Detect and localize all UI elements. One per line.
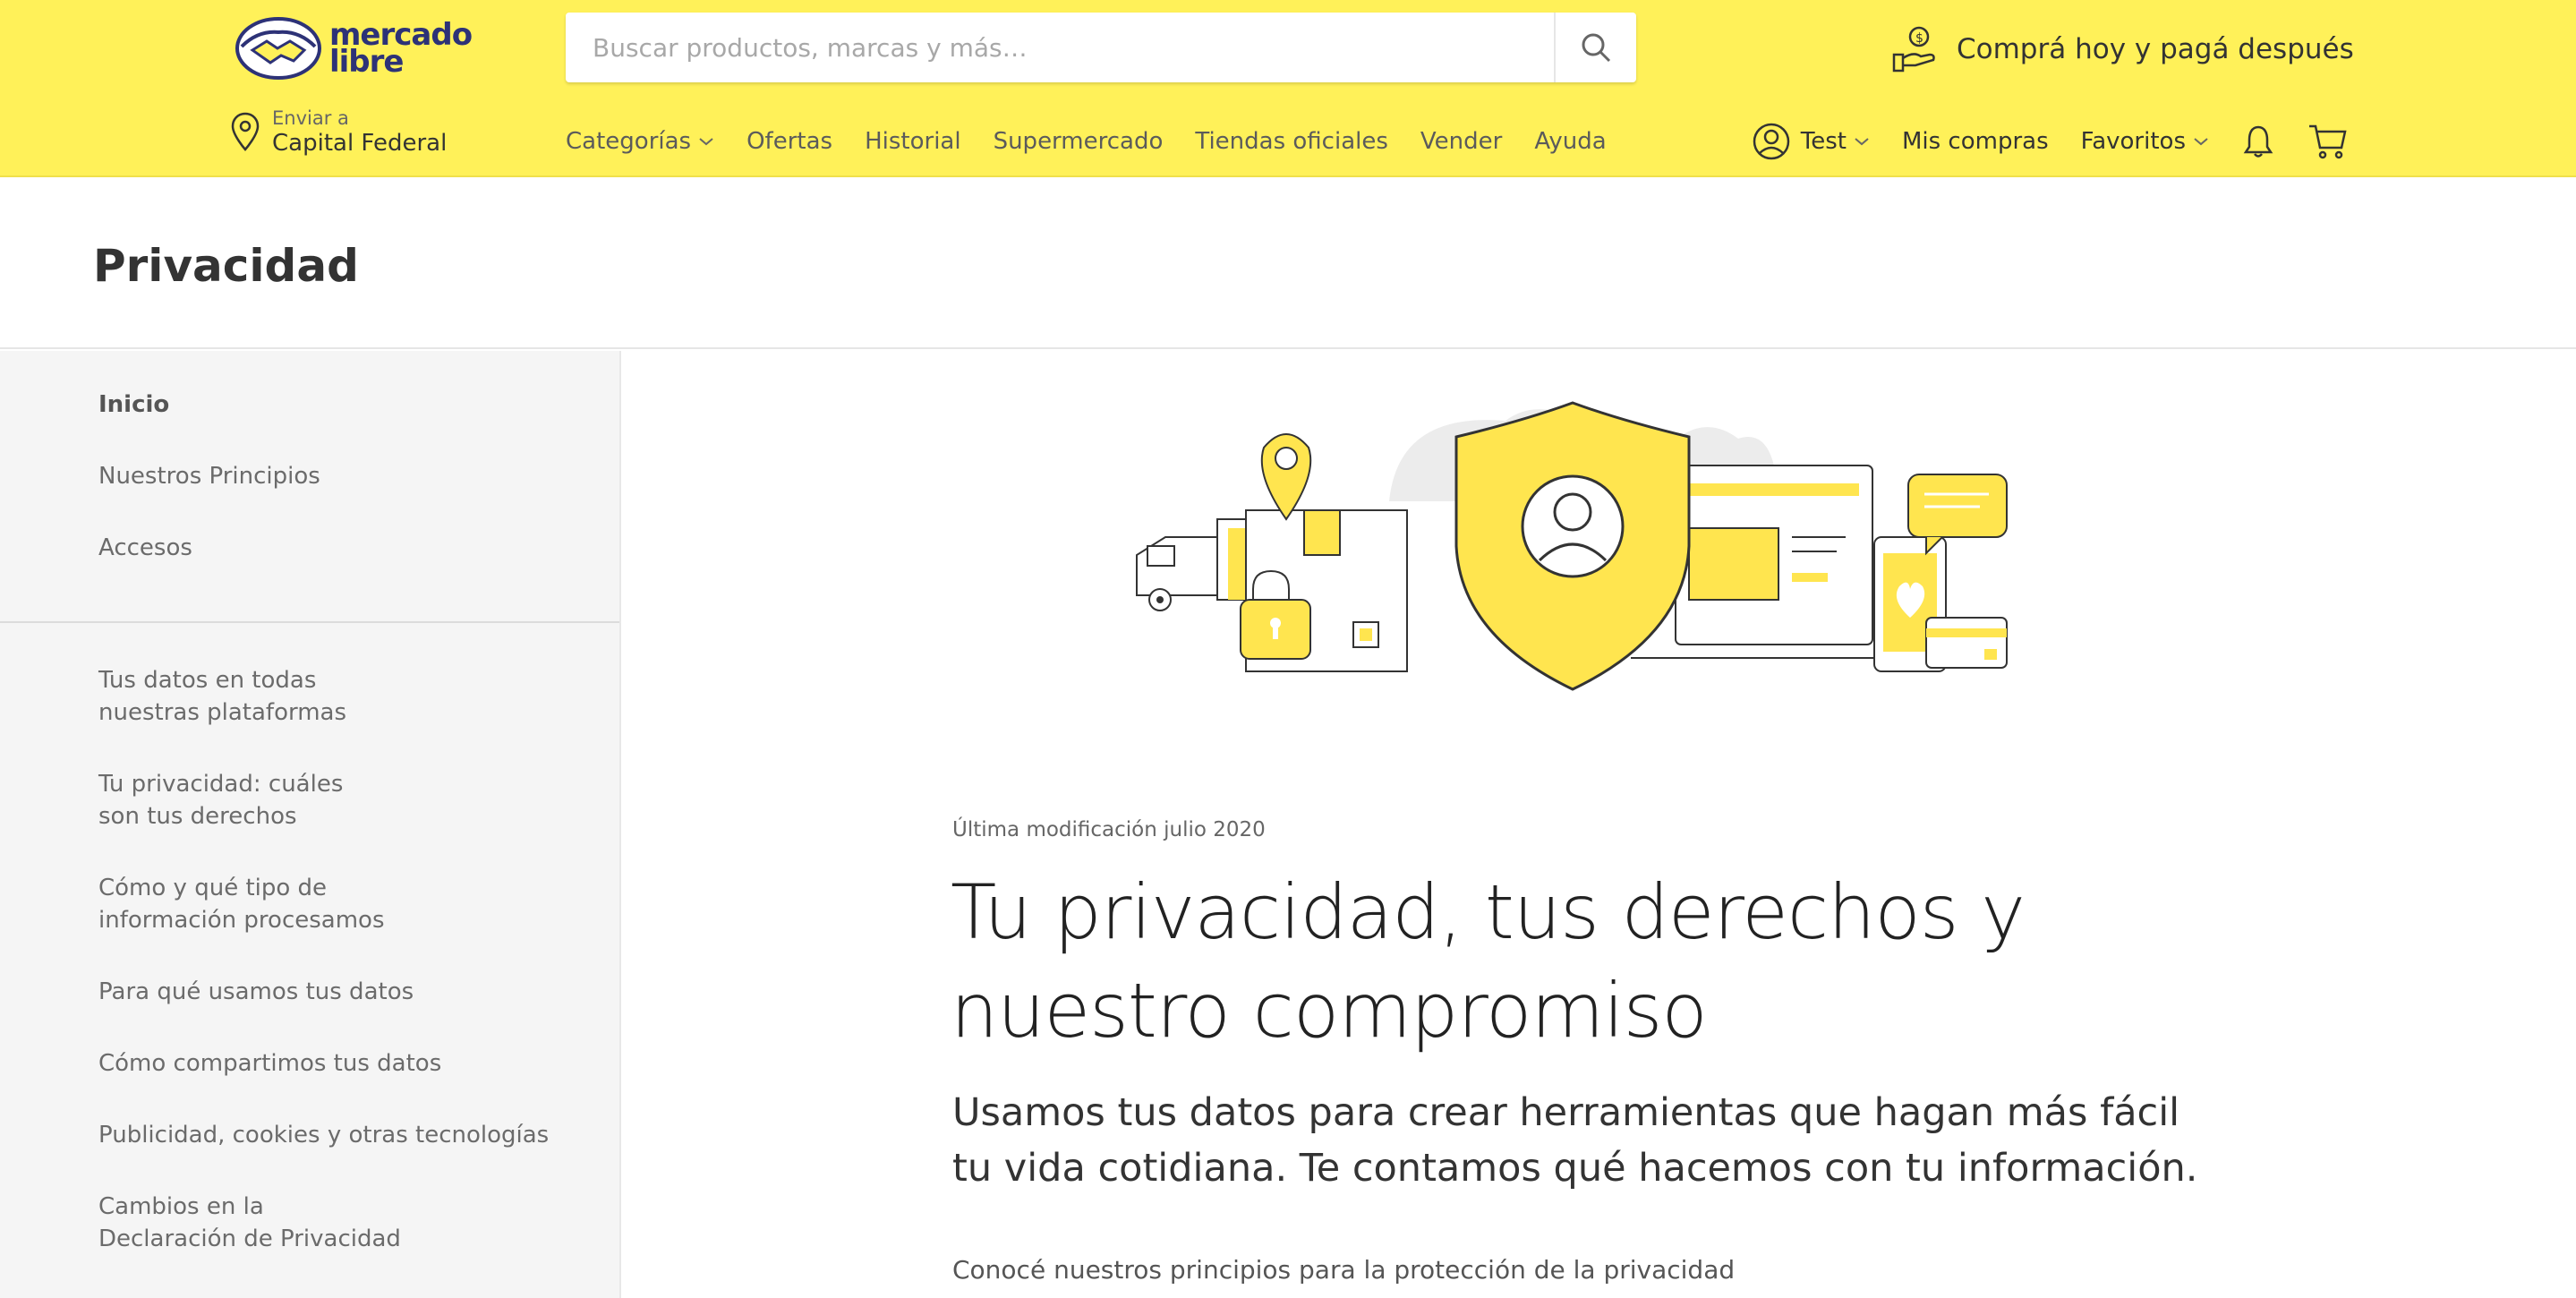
promo-text: Comprá hoy y pagá después xyxy=(1957,33,2354,65)
principles-intro: Conocé nuestros principios para la prote… xyxy=(952,1255,1736,1285)
location-label: Enviar a xyxy=(272,107,349,129)
sidebar-item-derechos[interactable]: Tu privacidad: cuáles son tus derechos xyxy=(98,768,358,833)
user-menu[interactable]: Test xyxy=(1753,123,1870,160)
shield-user-icon xyxy=(1454,401,1691,691)
search-bar xyxy=(566,13,1636,82)
my-purchases-link[interactable]: Mis compras xyxy=(1902,128,2049,155)
nav-tiendas-oficiales[interactable]: Tiendas oficiales xyxy=(1195,128,1388,155)
nav-historial[interactable]: Historial xyxy=(865,128,961,155)
hand-money-icon: $ xyxy=(1892,26,1935,73)
search-input[interactable] xyxy=(566,13,1554,82)
sidebar-item-principios[interactable]: Nuestros Principios xyxy=(98,460,564,492)
lead-paragraph: Usamos tus datos para crear herramientas… xyxy=(952,1090,2198,1191)
promo-banner[interactable]: $ Comprá hoy y pagá después xyxy=(1890,23,2354,75)
nav-categorias[interactable]: Categorías xyxy=(566,128,714,155)
map-pin-icon xyxy=(1260,433,1312,521)
favorites-menu[interactable]: Favoritos xyxy=(2081,128,2209,155)
main-headline: Tu privacidad, tus derechos y nuestro co… xyxy=(951,868,2026,1055)
chevron-down-icon xyxy=(2194,138,2208,146)
sidebar-item-informacion[interactable]: Cómo y qué tipo de información procesamo… xyxy=(98,872,385,936)
privacy-illustration xyxy=(1136,401,2008,691)
cart-icon xyxy=(2309,124,2347,159)
mercadolibre-logo[interactable]: mercado libre xyxy=(235,16,476,81)
main-nav: Categorías Ofertas Historial Supermercad… xyxy=(566,124,1639,159)
favorites-label: Favoritos xyxy=(2080,128,2186,155)
privacy-sidebar: Inicio Nuestros Principios Accesos Tus d… xyxy=(0,351,621,1298)
search-icon xyxy=(1582,33,1611,63)
location-pin-icon xyxy=(231,112,260,151)
nav-supermercado[interactable]: Supermercado xyxy=(994,128,1164,155)
site-header: mercado libre $ Comprá hoy y pagá despué… xyxy=(0,0,2576,177)
sidebar-item-plataformas[interactable]: Tus datos en todas nuestras plataformas xyxy=(98,664,421,729)
sidebar-item-accesos[interactable]: Accesos xyxy=(98,532,564,564)
user-name: Test xyxy=(1800,128,1847,155)
credit-card-icon xyxy=(1925,617,2008,669)
user-avatar-icon xyxy=(1753,123,1790,160)
cart-button[interactable] xyxy=(2307,123,2347,160)
sidebar-top-group: Inicio Nuestros Principios Accesos xyxy=(0,351,619,623)
nav-categorias-label: Categorías xyxy=(566,128,692,155)
search-button[interactable] xyxy=(1554,13,1636,82)
sidebar-item-publicidad[interactable]: Publicidad, cookies y otras tecnologías xyxy=(98,1119,564,1151)
location-value: Capital Federal xyxy=(272,130,448,157)
handshake-logo-icon xyxy=(235,17,321,80)
page-title: Privacidad xyxy=(93,240,359,292)
nav-vender[interactable]: Vender xyxy=(1420,128,1502,155)
nav-ayuda[interactable]: Ayuda xyxy=(1534,128,1606,155)
nav-ofertas[interactable]: Ofertas xyxy=(746,128,832,155)
bell-icon xyxy=(2243,125,2273,158)
sidebar-item-inicio[interactable]: Inicio xyxy=(98,389,564,421)
last-modified: Última modificación julio 2020 xyxy=(952,818,1266,841)
sidebar-sections-group: Tus datos en todas nuestras plataformas … xyxy=(0,623,619,1255)
location-text: Enviar a Capital Federal xyxy=(272,107,447,157)
notifications-button[interactable] xyxy=(2241,124,2275,159)
chevron-down-icon xyxy=(1855,138,1869,146)
sidebar-item-cambios[interactable]: Cambios en la Declaración de Privacidad xyxy=(98,1191,403,1255)
shipping-location[interactable]: Enviar a Capital Federal xyxy=(229,106,447,158)
page-title-bar: Privacidad xyxy=(0,179,2576,349)
user-nav: Test Mis compras Favoritos xyxy=(1720,115,2347,168)
svg-text:$: $ xyxy=(1915,31,1923,46)
logo-wordmark: mercado libre xyxy=(329,20,473,77)
sidebar-item-compartimos[interactable]: Cómo compartimos tus datos xyxy=(98,1047,564,1080)
sidebar-item-uso-datos[interactable]: Para qué usamos tus datos xyxy=(98,976,564,1008)
chevron-down-icon xyxy=(699,138,713,146)
